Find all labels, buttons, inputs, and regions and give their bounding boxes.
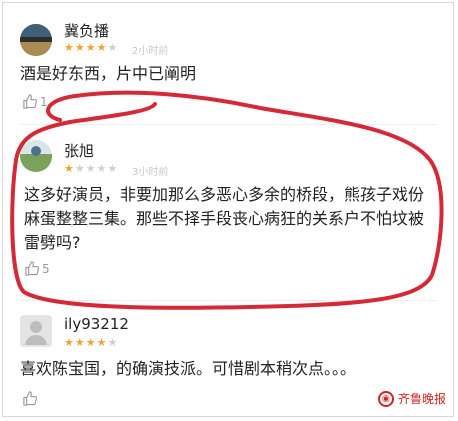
- comment-text: 喜欢陈宝国，的确演技派。可惜剧本稍次点。。。: [20, 357, 356, 381]
- star-filled-icon: ★: [96, 336, 108, 349]
- thumbs-up-icon: [23, 391, 37, 406]
- like-button[interactable]: 5: [24, 261, 50, 276]
- comment-text: 这多好演员，非要加那么多恶心多余的桥段，熊孩子戏份 麻蛋整整三集。那些不择手段丧…: [24, 183, 444, 255]
- star-filled-icon: ★: [85, 41, 97, 54]
- avatar-icon[interactable]: [20, 140, 52, 172]
- comment-line: 麻蛋整整三集。那些不择手段丧心病狂的关系户不怕坟被: [24, 209, 425, 228]
- thumbs-up-icon: [23, 94, 37, 109]
- like-count: 1: [40, 94, 48, 109]
- avatar-icon[interactable]: [20, 24, 52, 56]
- star-empty-icon: ★: [107, 41, 119, 54]
- default-avatar-icon[interactable]: [20, 315, 52, 347]
- divider: [20, 300, 438, 301]
- star-filled-icon: ★: [96, 41, 108, 54]
- like-button[interactable]: 1: [22, 94, 48, 109]
- star-empty-icon: ★: [74, 162, 86, 175]
- comment-text: 酒是好东西，片中已阐明: [20, 62, 196, 86]
- divider: [20, 124, 438, 125]
- wechat-icon: ◉: [377, 390, 394, 407]
- username[interactable]: 张旭: [64, 140, 94, 161]
- comment-line: 喜欢陈宝国，的确演技派。可惜剧本稍次点。。。: [20, 359, 357, 378]
- star-empty-icon: ★: [96, 162, 108, 175]
- rating-stars: ★★★★★: [64, 41, 118, 54]
- username[interactable]: ily93212: [64, 315, 129, 333]
- star-filled-icon: ★: [64, 41, 75, 54]
- comment-line: 酒是好东西，片中已阐明: [20, 64, 197, 83]
- watermark-text: 齐鲁晚报: [397, 392, 446, 406]
- timestamp: 3小时前: [132, 167, 169, 178]
- thumbs-up-icon: [25, 261, 39, 276]
- timestamp: 2小时前: [132, 46, 169, 57]
- like-count: 5: [42, 261, 50, 276]
- star-filled-icon: ★: [85, 336, 97, 349]
- star-empty-icon: ★: [107, 162, 119, 175]
- star-filled-icon: ★: [64, 336, 75, 349]
- rating-stars: ★★★★★: [64, 336, 118, 349]
- comment-line: 这多好演员，非要加那么多恶心多余的桥段，熊孩子戏份: [24, 185, 425, 204]
- comment-item: 冀负播 ★★★★★ 2小时前 酒是好东西，片中已阐明 1: [0, 0, 458, 120]
- star-filled-icon: ★: [64, 162, 75, 175]
- star-filled-icon: ★: [74, 41, 86, 54]
- like-button[interactable]: [22, 391, 40, 406]
- rating-stars: ★★★★★: [64, 162, 118, 175]
- star-empty-icon: ★: [107, 336, 119, 349]
- comment-item: 张旭 ★★★★★ 3小时前 这多好演员，非要加那么多恶心多余的桥段，熊孩子戏份 …: [0, 130, 458, 290]
- star-filled-icon: ★: [74, 336, 86, 349]
- star-empty-icon: ★: [85, 162, 97, 175]
- watermark: ◉ 齐鲁晚报: [377, 390, 446, 407]
- comment-line: 雷劈吗?: [24, 233, 81, 252]
- username[interactable]: 冀负播: [64, 20, 109, 41]
